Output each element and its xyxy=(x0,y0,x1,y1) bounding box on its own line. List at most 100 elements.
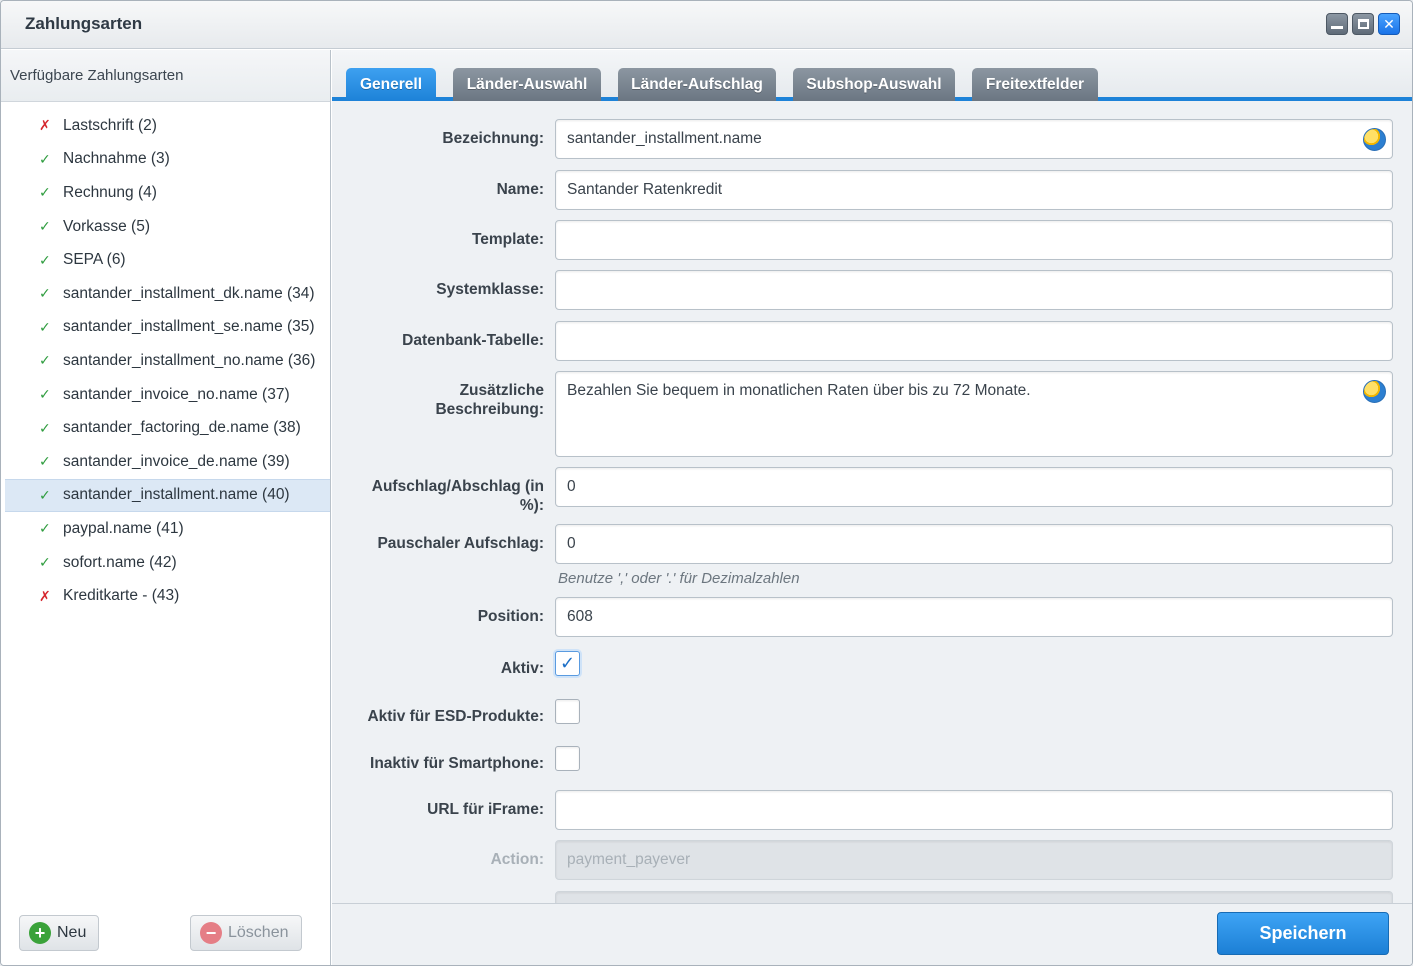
title-bar[interactable]: Zahlungsarten ✕ xyxy=(1,1,1412,49)
beschreibung-label-line2: Beschreibung: xyxy=(435,401,544,418)
bezeichnung-field[interactable]: santander_installment.name xyxy=(555,119,1393,159)
form-footer: Speichern xyxy=(332,903,1412,965)
list-item-label: Nachnahme (3) xyxy=(63,150,170,168)
partial-field xyxy=(555,891,1393,903)
list-item-label: Vorkasse (5) xyxy=(63,217,151,235)
check-icon: ✓ xyxy=(39,419,51,436)
check-icon: ✓ xyxy=(39,318,51,335)
beschreibung-label: Zusätzliche Beschreibung: xyxy=(435,381,544,419)
list-item[interactable]: ✓ paypal.name (41) xyxy=(5,512,330,546)
list-item[interactable]: ✓ santander_installment_dk.name (34) xyxy=(5,277,330,311)
list-item[interactable]: ✓ santander_invoice_no.name (37) xyxy=(5,378,330,412)
list-item-label: santander_installment.name (40) xyxy=(63,486,290,504)
list-item-label: santander_invoice_no.name (37) xyxy=(63,385,290,403)
systemklasse-label: Systemklasse: xyxy=(436,281,544,298)
smartphone-label: Inaktiv für Smartphone: xyxy=(370,755,544,772)
check-icon: ✓ xyxy=(39,285,51,302)
decimal-hint: Benutze ',' oder '.' für Dezimalzahlen xyxy=(558,570,800,587)
minus-icon: − xyxy=(200,922,222,944)
list-item[interactable]: ✗ Kreditkarte - (43) xyxy=(5,579,330,613)
bezeichnung-label: Bezeichnung: xyxy=(442,130,544,147)
check-icon: ✓ xyxy=(39,453,51,470)
smartphone-checkbox[interactable] xyxy=(555,746,580,771)
list-item[interactable]: ✓ SEPA (6) xyxy=(5,243,330,277)
check-icon: ✓ xyxy=(39,520,51,537)
list-item[interactable]: ✓ santander_invoice_de.name (39) xyxy=(5,445,330,479)
pauschal-label: Pauschaler Aufschlag: xyxy=(377,535,544,552)
close-icon[interactable]: ✕ xyxy=(1378,13,1400,35)
maximize-icon[interactable] xyxy=(1352,13,1374,35)
aktiv-checkbox[interactable]: ✓ xyxy=(555,651,580,676)
payment-list-header: Verfügbare Zahlungsarten xyxy=(1,50,330,102)
translation-globe-icon[interactable] xyxy=(1363,380,1386,403)
delete-button[interactable]: − Löschen xyxy=(190,915,302,951)
action-field: payment_payever xyxy=(555,840,1393,880)
window-title: Zahlungsarten xyxy=(25,14,143,33)
position-field[interactable]: 608 xyxy=(555,597,1393,637)
tab-laender-aufschlag[interactable]: Länder-Aufschlag xyxy=(618,68,776,101)
list-item-label: Kreditkarte - (43) xyxy=(63,587,180,605)
list-item-label: sofort.name (42) xyxy=(63,553,177,571)
list-item-label: Rechnung (4) xyxy=(63,183,157,201)
cross-icon: ✗ xyxy=(39,117,51,134)
payment-list-footer: + Neu − Löschen xyxy=(1,907,330,965)
list-item[interactable]: ✓ santander_factoring_de.name (38) xyxy=(5,411,330,445)
list-item-selected[interactable]: ✓ santander_installment.name (40) xyxy=(5,478,330,513)
list-item-label: santander_invoice_de.name (39) xyxy=(63,452,290,470)
new-button[interactable]: + Neu xyxy=(19,915,100,951)
save-button[interactable]: Speichern xyxy=(1217,912,1389,955)
position-label: Position: xyxy=(477,608,544,625)
check-icon: ✓ xyxy=(39,218,51,235)
delete-button-label: Löschen xyxy=(228,924,289,941)
aufschlag-label-line2: %): xyxy=(519,497,544,514)
list-item-label: santander_factoring_de.name (38) xyxy=(63,419,301,437)
esd-label: Aktiv für ESD-Produkte: xyxy=(367,708,544,725)
tab-freitextfelder[interactable]: Freitextfelder xyxy=(972,68,1098,101)
name-field[interactable]: Santander Ratenkredit xyxy=(555,170,1393,210)
check-icon: ✓ xyxy=(39,150,51,167)
check-icon: ✓ xyxy=(39,352,51,369)
aktiv-label: Aktiv: xyxy=(500,660,544,677)
iframe-url-field[interactable] xyxy=(555,790,1393,830)
aufschlag-label: Aufschlag/Abschlag (in %): xyxy=(372,477,544,515)
tab-subshop-auswahl[interactable]: Subshop-Auswahl xyxy=(793,68,955,101)
action-label: Action: xyxy=(490,851,544,868)
aufschlag-field[interactable]: 0 xyxy=(555,467,1393,507)
list-item[interactable]: ✓ Nachnahme (3) xyxy=(5,143,330,177)
list-item[interactable]: ✓ santander_installment_no.name (36) xyxy=(5,344,330,378)
translation-globe-icon[interactable] xyxy=(1363,128,1386,151)
template-field[interactable] xyxy=(555,220,1393,260)
new-button-label: Neu xyxy=(57,924,87,941)
check-icon: ✓ xyxy=(39,251,51,268)
list-item[interactable]: ✓ sofort.name (42) xyxy=(5,546,330,580)
list-item[interactable]: ✓ Vorkasse (5) xyxy=(5,210,330,244)
minimize-icon[interactable] xyxy=(1326,13,1348,35)
list-item[interactable]: ✗ Lastschrift (2) xyxy=(5,109,330,143)
list-item[interactable]: ✓ Rechnung (4) xyxy=(5,176,330,210)
list-item-label: SEPA (6) xyxy=(63,251,126,269)
datenbank-tabelle-label: Datenbank-Tabelle: xyxy=(402,332,544,349)
template-label: Template: xyxy=(471,231,544,248)
tab-bar: Generell Länder-Auswahl Länder-Aufschlag… xyxy=(332,50,1412,101)
name-label: Name: xyxy=(496,181,544,198)
datenbank-tabelle-field[interactable] xyxy=(555,321,1393,361)
systemklasse-field[interactable] xyxy=(555,270,1393,310)
esd-checkbox[interactable] xyxy=(555,699,580,724)
list-item[interactable]: ✓ santander_installment_se.name (35) xyxy=(5,311,330,345)
list-item-label: Lastschrift (2) xyxy=(63,116,157,134)
tab-laender-auswahl[interactable]: Länder-Auswahl xyxy=(453,68,601,101)
window-controls: ✕ xyxy=(1326,13,1400,35)
iframe-label: URL für iFrame: xyxy=(427,801,544,818)
tab-generell[interactable]: Generell xyxy=(346,68,436,101)
check-icon: ✓ xyxy=(39,486,51,503)
payment-list: ✗ Lastschrift (2) ✓ Nachnahme (3) ✓ Rechnun… xyxy=(1,109,330,613)
check-icon: ✓ xyxy=(39,184,51,201)
plus-icon: + xyxy=(29,922,51,944)
check-icon: ✓ xyxy=(39,386,51,403)
payment-methods-window: Zahlungsarten ✕ Verfügbare Zahlungsarten… xyxy=(0,0,1413,966)
beschreibung-field[interactable]: Bezahlen Sie bequem in monatlichen Raten… xyxy=(555,371,1393,457)
payment-detail-panel: Generell Länder-Auswahl Länder-Aufschlag… xyxy=(332,50,1412,965)
pauschal-field[interactable]: 0 xyxy=(555,524,1393,564)
general-form: Bezeichnung: santander_installment.name … xyxy=(332,105,1412,903)
bezeichnung-value: santander_installment.name xyxy=(567,130,762,147)
